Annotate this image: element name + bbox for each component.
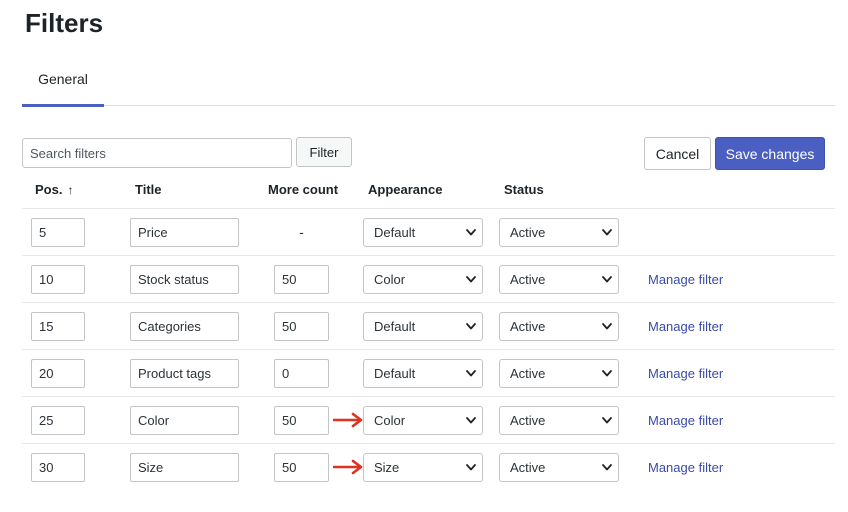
position-input[interactable] — [31, 265, 85, 294]
chevron-down-icon — [601, 220, 613, 246]
cancel-button[interactable]: Cancel — [644, 137, 711, 170]
chevron-down-icon — [465, 267, 477, 293]
more-count-input[interactable] — [274, 406, 329, 435]
appearance-select[interactable]: Default — [363, 218, 483, 247]
manage-filter-link[interactable]: Manage filter — [648, 319, 723, 334]
chevron-down-icon — [601, 267, 613, 293]
appearance-select-value: Color — [374, 413, 406, 428]
appearance-select[interactable]: Default — [363, 312, 483, 341]
status-select-value: Active — [510, 319, 546, 334]
status-select-value: Active — [510, 413, 546, 428]
title-input[interactable] — [130, 406, 239, 435]
table-row: Color Active Manage filter — [22, 396, 835, 443]
status-select-value: Active — [510, 460, 546, 475]
status-select[interactable]: Active — [499, 359, 619, 388]
appearance-select[interactable]: Color — [363, 406, 483, 435]
column-header-pos[interactable]: Pos. ↑ — [35, 182, 73, 197]
chevron-down-icon — [465, 314, 477, 340]
chevron-down-icon — [465, 408, 477, 434]
chevron-down-icon — [465, 455, 477, 481]
column-header-appearance: Appearance — [368, 182, 443, 197]
title-input[interactable] — [130, 265, 239, 294]
chevron-down-icon — [465, 361, 477, 387]
appearance-select-value: Default — [374, 225, 416, 240]
appearance-select-value: Default — [374, 319, 416, 334]
position-input[interactable] — [31, 218, 85, 247]
title-input[interactable] — [130, 218, 239, 247]
search-input[interactable] — [22, 138, 292, 168]
chevron-down-icon — [465, 220, 477, 246]
status-select-value: Active — [510, 225, 546, 240]
more-count-empty: - — [299, 224, 304, 240]
chevron-down-icon — [601, 408, 613, 434]
save-changes-button[interactable]: Save changes — [715, 137, 825, 170]
annotation-arrow-icon — [333, 412, 363, 428]
column-header-pos-label: Pos. — [35, 182, 63, 197]
column-header-more-count: More count — [268, 182, 339, 197]
table-row: - Default Active — [22, 208, 835, 255]
status-select-value: Active — [510, 272, 546, 287]
title-input[interactable] — [130, 359, 239, 388]
status-select[interactable]: Active — [499, 453, 619, 482]
position-input[interactable] — [31, 312, 85, 341]
tab-bar: General — [22, 60, 835, 107]
table-row: Color Active Manage filter — [22, 255, 835, 302]
table-row: Default Active Manage filter — [22, 349, 835, 396]
appearance-select-value: Default — [374, 366, 416, 381]
column-header-title: Title — [135, 182, 162, 197]
manage-filter-link[interactable]: Manage filter — [648, 460, 723, 475]
title-input[interactable] — [130, 453, 239, 482]
position-input[interactable] — [31, 453, 85, 482]
chevron-down-icon — [601, 361, 613, 387]
position-input[interactable] — [31, 406, 85, 435]
appearance-select[interactable]: Default — [363, 359, 483, 388]
manage-filter-link[interactable]: Manage filter — [648, 366, 723, 381]
chevron-down-icon — [601, 314, 613, 340]
appearance-select-value: Color — [374, 272, 406, 287]
appearance-select[interactable]: Color — [363, 265, 483, 294]
filter-button[interactable]: Filter — [296, 137, 352, 167]
table-row: Size Active Manage filter — [22, 443, 835, 490]
more-count-input[interactable] — [274, 265, 329, 294]
manage-filter-link[interactable]: Manage filter — [648, 272, 723, 287]
page-title: Filters — [25, 8, 104, 38]
title-input[interactable] — [130, 312, 239, 341]
status-select[interactable]: Active — [499, 265, 619, 294]
table-row: Default Active Manage filter — [22, 302, 835, 349]
more-count-input[interactable] — [274, 312, 329, 341]
status-select[interactable]: Active — [499, 406, 619, 435]
more-count-input[interactable] — [274, 359, 329, 388]
arrow-up-icon: ↑ — [67, 183, 74, 197]
appearance-select[interactable]: Size — [363, 453, 483, 482]
column-header-status: Status — [504, 182, 544, 197]
position-input[interactable] — [31, 359, 85, 388]
more-count-input[interactable] — [274, 453, 329, 482]
tab-general[interactable]: General — [22, 60, 104, 107]
annotation-arrow-icon — [333, 459, 363, 475]
manage-filter-link[interactable]: Manage filter — [648, 413, 723, 428]
status-select-value: Active — [510, 366, 546, 381]
status-select[interactable]: Active — [499, 312, 619, 341]
status-select[interactable]: Active — [499, 218, 619, 247]
chevron-down-icon — [601, 455, 613, 481]
appearance-select-value: Size — [374, 460, 400, 475]
